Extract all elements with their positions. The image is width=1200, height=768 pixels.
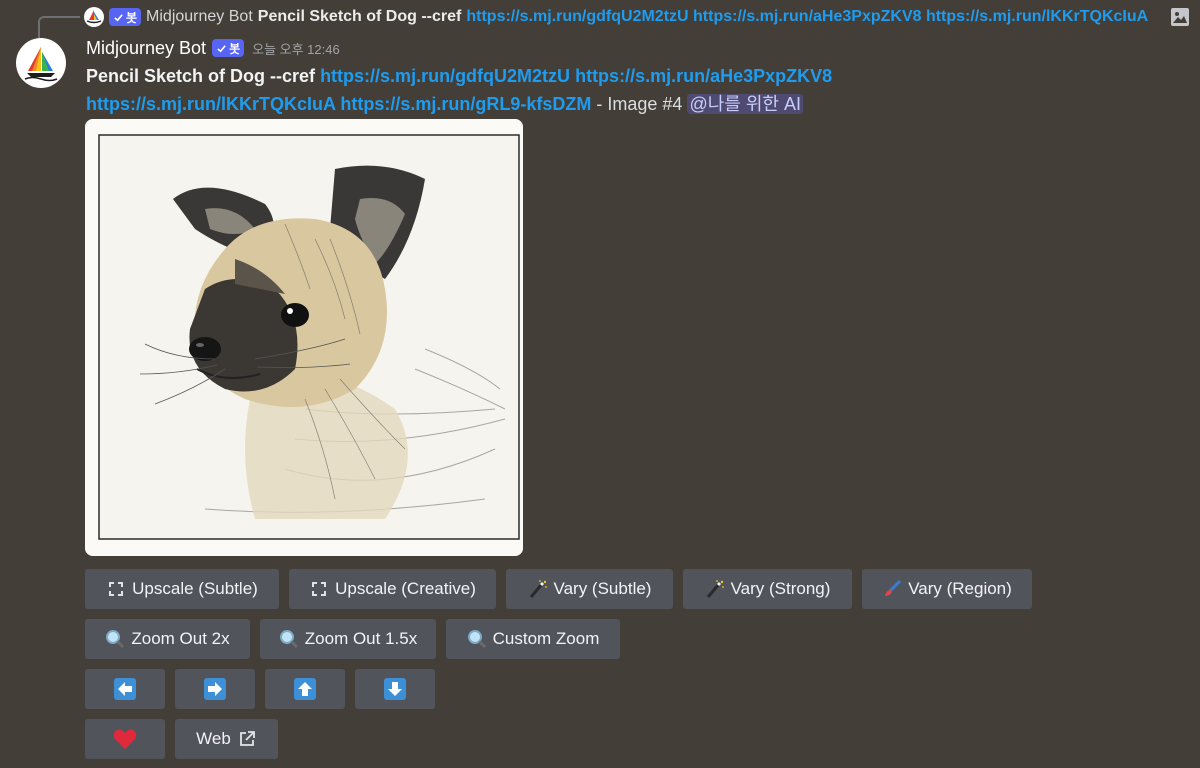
web-link-button[interactable]: Web — [175, 719, 278, 759]
pencil-sketch-dog-image — [85, 119, 523, 556]
bot-avatar[interactable] — [16, 38, 66, 88]
vary-subtle-button[interactable]: Vary (Subtle) — [506, 569, 673, 609]
arrow-left-icon — [114, 678, 136, 700]
vary-subtle-label: Vary (Subtle) — [553, 579, 652, 598]
checkmark-icon — [217, 44, 226, 52]
message-content: Pencil Sketch of Dog --cref https://s.mj… — [86, 62, 1186, 118]
pan-right-button[interactable] — [175, 669, 255, 709]
reply-links[interactable]: https://s.mj.run/gdfqU2M2tzU https://s.m… — [466, 8, 1161, 26]
upscale-creative-button[interactable]: Upscale (Creative) — [289, 569, 496, 609]
discord-message-view: 봇 Midjourney Bot Pencil Sketch of Dog --… — [0, 0, 1200, 768]
generated-image[interactable] — [85, 119, 523, 556]
expand-icon — [309, 579, 329, 599]
image-number-text: - Image #4 — [596, 94, 683, 114]
zoom-out-1-5x-button[interactable]: Zoom Out 1.5x — [260, 619, 436, 659]
external-link-icon — [237, 729, 257, 749]
message-author[interactable]: Midjourney Bot — [86, 38, 206, 59]
arrow-up-icon — [294, 678, 316, 700]
sailboat-logo-icon — [24, 47, 58, 82]
zoom-out-1-5x-label: Zoom Out 1.5x — [304, 629, 418, 648]
bot-badge: 봇 — [212, 39, 245, 57]
message-timestamp: 오늘 오후 12:46 — [252, 41, 340, 57]
reference-link-4[interactable]: https://s.mj.run/gRL9-kfsDZM — [340, 94, 591, 114]
pan-up-button[interactable] — [265, 669, 345, 709]
vary-strong-label: Vary (Strong) — [730, 579, 831, 598]
prompt-text: Pencil Sketch of Dog --cref — [86, 66, 316, 86]
expand-icon — [106, 579, 126, 599]
magic-wand-icon — [528, 579, 548, 599]
favorite-button[interactable] — [85, 719, 165, 759]
pan-left-button[interactable] — [85, 669, 165, 709]
web-label: Web — [196, 729, 231, 748]
magnifier-icon — [467, 629, 487, 649]
user-mention[interactable]: @나를 위한 AI — [687, 94, 803, 114]
reply-author[interactable]: Midjourney Bot — [146, 8, 253, 26]
reference-link-2[interactable]: https://s.mj.run/aHe3PxpZKV8 — [575, 66, 832, 86]
reply-bot-badge-label: 봇 — [126, 10, 138, 25]
reply-text: Pencil Sketch of Dog --cref — [257, 8, 462, 25]
vary-region-label: Vary (Region) — [908, 579, 1012, 598]
upscale-creative-label: Upscale (Creative) — [335, 579, 476, 598]
checkmark-icon — [114, 13, 123, 21]
magnifier-icon — [105, 629, 125, 649]
bot-badge-label: 봇 — [229, 41, 241, 56]
reply-bot-badge: 봇 — [109, 8, 142, 26]
magnifier-icon — [279, 629, 299, 649]
image-icon[interactable] — [1170, 7, 1190, 27]
zoom-out-2x-label: Zoom Out 2x — [131, 629, 230, 648]
reply-preview[interactable]: 봇 Midjourney Bot Pencil Sketch of Dog --… — [40, 6, 1190, 28]
pan-down-button[interactable] — [355, 669, 435, 709]
paintbrush-icon — [882, 579, 902, 599]
reference-link-1[interactable]: https://s.mj.run/gdfqU2M2tzU — [320, 66, 570, 86]
custom-zoom-button[interactable]: Custom Zoom — [446, 619, 620, 659]
arrow-down-icon — [384, 678, 406, 700]
zoom-out-2x-button[interactable]: Zoom Out 2x — [85, 619, 250, 659]
upscale-subtle-label: Upscale (Subtle) — [132, 579, 258, 598]
upscale-subtle-button[interactable]: Upscale (Subtle) — [85, 569, 279, 609]
magic-wand-icon — [705, 579, 725, 599]
vary-strong-button[interactable]: Vary (Strong) — [683, 569, 852, 609]
reply-avatar[interactable] — [84, 7, 104, 27]
custom-zoom-label: Custom Zoom — [492, 629, 600, 648]
heart-icon — [113, 729, 137, 749]
arrow-right-icon — [204, 678, 226, 700]
sailboat-icon — [86, 10, 102, 24]
message-header: Midjourney Bot 봇 오늘 오후 12:46 — [86, 37, 340, 59]
vary-region-button[interactable]: Vary (Region) — [862, 569, 1032, 609]
reference-link-3[interactable]: https://s.mj.run/lKKrTQKcIuA — [86, 94, 335, 114]
